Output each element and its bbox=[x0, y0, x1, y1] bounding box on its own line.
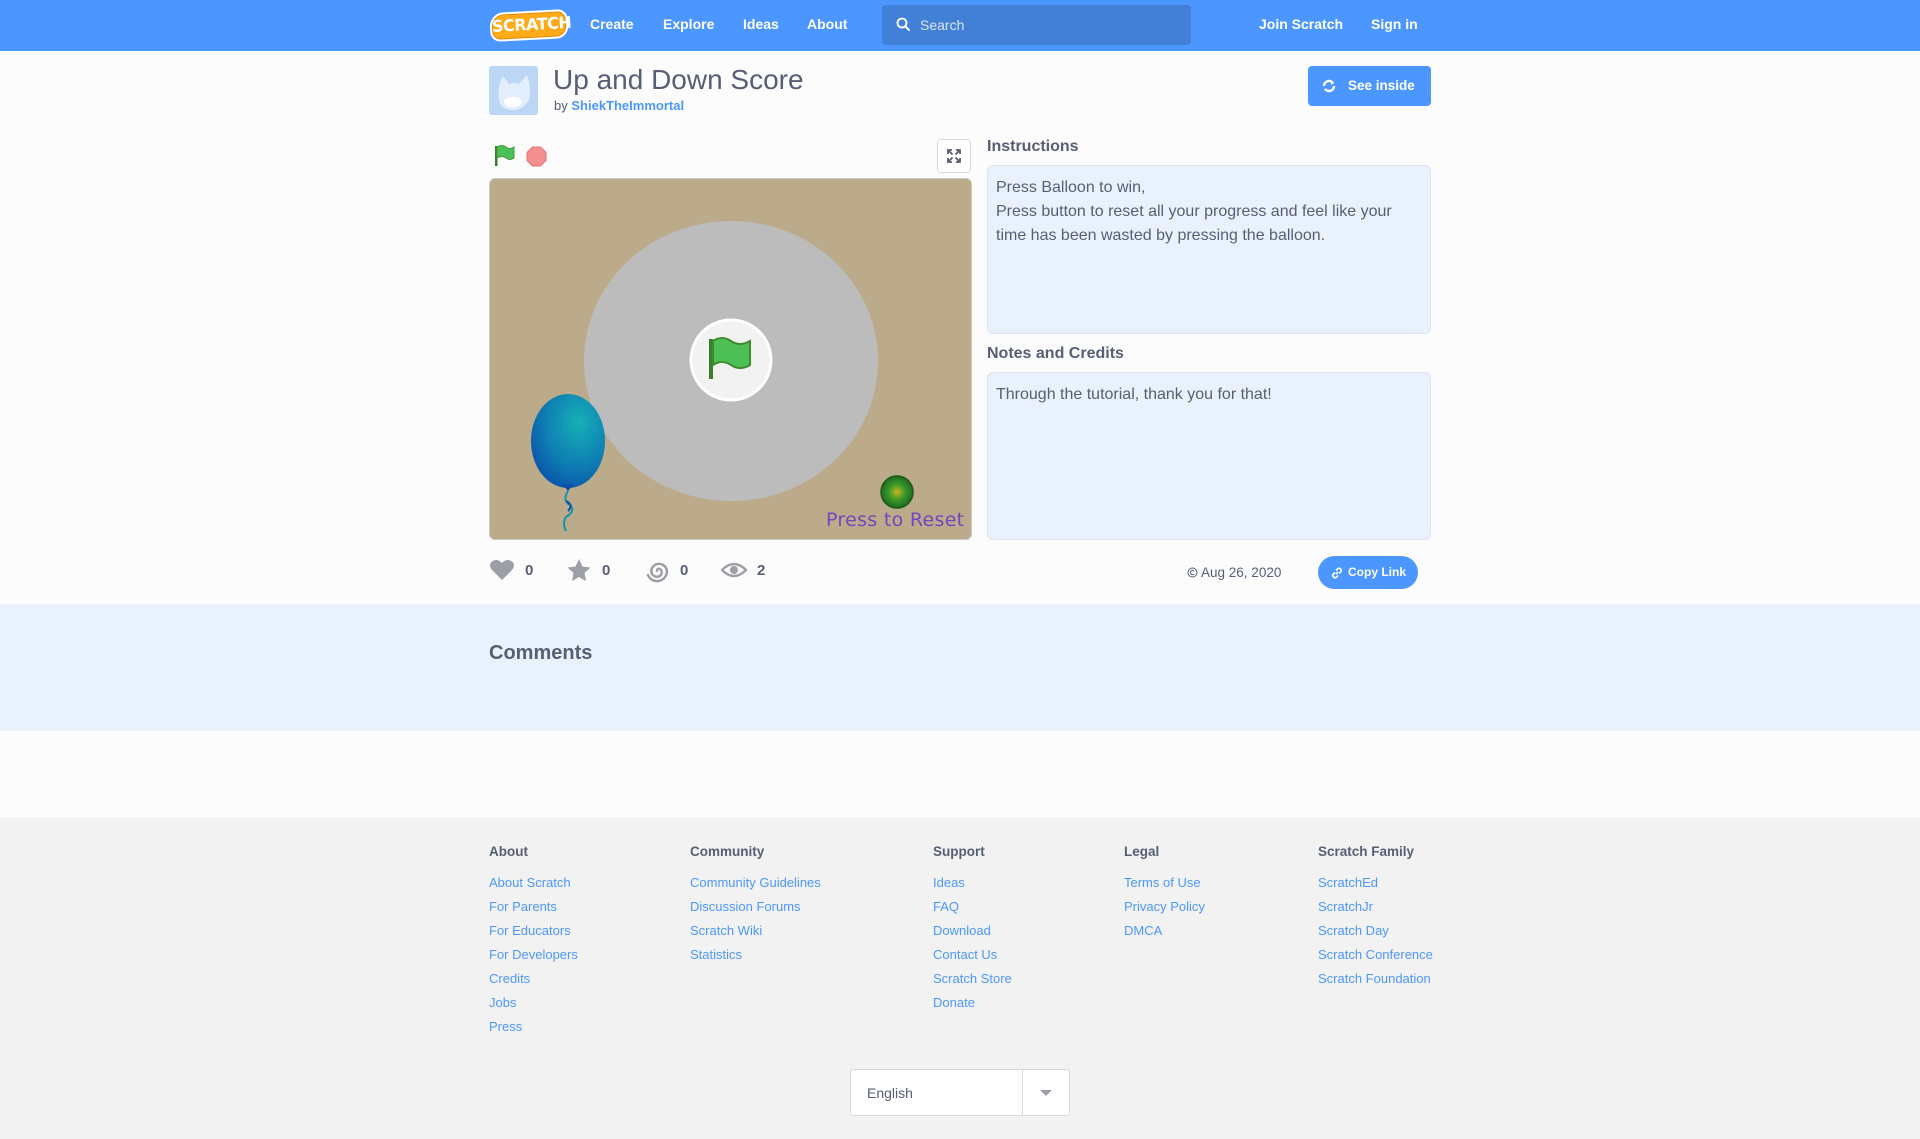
footer-link-jobs[interactable]: Jobs bbox=[489, 994, 578, 1018]
comments-section bbox=[0, 604, 1920, 731]
big-green-flag-icon[interactable] bbox=[689, 318, 773, 402]
footer-link-scratch-store[interactable]: Scratch Store bbox=[933, 970, 1012, 994]
footer-column-scratch-family: Scratch Family ScratchEd ScratchJr Scrat… bbox=[1318, 844, 1433, 994]
scratch-logo[interactable]: SCRATCH bbox=[489, 8, 572, 43]
footer-column-legal: Legal Terms of Use Privacy Policy DMCA bbox=[1124, 844, 1205, 946]
footer-heading: Support bbox=[933, 844, 985, 859]
project-stage[interactable]: Press to Reset bbox=[489, 178, 972, 540]
author-link[interactable]: ShiekTheImmortal bbox=[571, 98, 684, 113]
footer-link-for-developers[interactable]: For Developers bbox=[489, 946, 578, 970]
top-navbar: SCRATCH Create Explore Ideas About Join … bbox=[0, 0, 1920, 51]
nav-explore[interactable]: Explore bbox=[663, 0, 714, 51]
expand-icon bbox=[947, 149, 961, 163]
heart-icon bbox=[490, 560, 514, 580]
nav-about[interactable]: About bbox=[807, 0, 847, 51]
instructions-box: Press Balloon to win, Press button to re… bbox=[987, 165, 1431, 334]
project-title: Up and Down Score bbox=[553, 64, 804, 95]
link-icon bbox=[1331, 567, 1343, 579]
language-select-divider bbox=[1022, 1070, 1023, 1115]
footer-link-discussion-forums[interactable]: Discussion Forums bbox=[690, 898, 821, 922]
copy-link-button[interactable]: Copy Link bbox=[1318, 556, 1418, 589]
search-box[interactable] bbox=[882, 5, 1191, 45]
footer-link-dmca[interactable]: DMCA bbox=[1124, 922, 1205, 946]
footer-link-scratch-wiki[interactable]: Scratch Wiki bbox=[690, 922, 821, 946]
footer-link-about-scratch[interactable]: About Scratch bbox=[489, 874, 578, 898]
footer-link-community-guidelines[interactable]: Community Guidelines bbox=[690, 874, 821, 898]
green-flag-icon[interactable] bbox=[491, 143, 517, 169]
footer-link-privacy-policy[interactable]: Privacy Policy bbox=[1124, 898, 1205, 922]
footer-heading: Scratch Family bbox=[1318, 844, 1415, 859]
footer-link-scratch-conference[interactable]: Scratch Conference bbox=[1318, 946, 1433, 970]
instructions-heading: Instructions bbox=[987, 138, 1079, 155]
instructions-line: time has been wasted by pressing the bal… bbox=[996, 227, 1326, 244]
instructions-line: Press button to reset all your progress … bbox=[996, 203, 1392, 220]
reset-label: Press to Reset bbox=[826, 509, 965, 531]
love-count: 0 bbox=[525, 562, 534, 579]
footer-heading: Legal bbox=[1124, 844, 1160, 859]
star-icon bbox=[567, 559, 591, 581]
footer-link-scratchjr[interactable]: ScratchJr bbox=[1318, 898, 1433, 922]
join-scratch-link[interactable]: Join Scratch bbox=[1259, 0, 1343, 51]
footer-link-download[interactable]: Download bbox=[933, 922, 1012, 946]
see-inside-label: See inside bbox=[1348, 78, 1415, 93]
footer-heading: About bbox=[489, 844, 528, 859]
language-value: English bbox=[867, 1085, 913, 1101]
footer-link-faq[interactable]: FAQ bbox=[933, 898, 1012, 922]
notes-text: Through the tutorial, thank you for that… bbox=[996, 386, 1272, 403]
by-prefix: by bbox=[554, 98, 568, 113]
chevron-down-icon bbox=[1040, 1090, 1052, 1096]
language-select[interactable]: English bbox=[850, 1069, 1070, 1116]
footer-column-community: Community Community Guidelines Discussio… bbox=[690, 844, 821, 970]
stage-canvas bbox=[531, 221, 914, 532]
balloon-sprite[interactable] bbox=[531, 394, 605, 532]
share-date: Aug 26, 2020 bbox=[1187, 565, 1281, 580]
author-avatar[interactable] bbox=[489, 66, 538, 115]
nav-ideas[interactable]: Ideas bbox=[743, 0, 779, 51]
footer-column-about: About About Scratch For Parents For Educ… bbox=[489, 844, 578, 1042]
footer-link-scratch-day[interactable]: Scratch Day bbox=[1318, 922, 1433, 946]
view-count: 2 bbox=[757, 562, 766, 579]
footer-column-support: Support Ideas FAQ Download Contact Us Sc… bbox=[933, 844, 1012, 1018]
footer-link-credits[interactable]: Credits bbox=[489, 970, 578, 994]
date-text: Aug 26, 2020 bbox=[1201, 565, 1282, 580]
cat-avatar-icon bbox=[489, 66, 538, 115]
search-input[interactable] bbox=[920, 15, 1180, 35]
see-inside-button[interactable]: See inside bbox=[1308, 66, 1431, 106]
nav-create[interactable]: Create bbox=[590, 0, 634, 51]
footer-link-press[interactable]: Press bbox=[489, 1018, 578, 1042]
instructions-line: Press Balloon to win, bbox=[996, 179, 1146, 196]
fullscreen-button[interactable] bbox=[937, 139, 971, 173]
remix-arrows-icon bbox=[1322, 79, 1336, 93]
stop-sign-icon[interactable] bbox=[526, 146, 547, 167]
footer-link-donate[interactable]: Donate bbox=[933, 994, 1012, 1018]
footer-link-ideas[interactable]: Ideas bbox=[933, 874, 1012, 898]
reset-button-sprite[interactable] bbox=[880, 475, 914, 509]
notes-heading: Notes and Credits bbox=[987, 345, 1124, 362]
eye-icon bbox=[721, 562, 747, 578]
footer-link-for-educators[interactable]: For Educators bbox=[489, 922, 578, 946]
remix-count: 0 bbox=[680, 562, 689, 579]
notes-box: Through the tutorial, thank you for that… bbox=[987, 372, 1431, 540]
copy-link-label: Copy Link bbox=[1348, 565, 1407, 579]
copyright-icon bbox=[1187, 567, 1198, 578]
remix-spiral-icon bbox=[646, 562, 669, 583]
footer-heading: Community bbox=[690, 844, 765, 859]
sign-in-link[interactable]: Sign in bbox=[1371, 0, 1418, 51]
footer-link-scratch-foundation[interactable]: Scratch Foundation bbox=[1318, 970, 1433, 994]
search-icon bbox=[896, 17, 910, 31]
footer-link-contact-us[interactable]: Contact Us bbox=[933, 946, 1012, 970]
footer-link-for-parents[interactable]: For Parents bbox=[489, 898, 578, 922]
footer-link-terms-of-use[interactable]: Terms of Use bbox=[1124, 874, 1205, 898]
comments-heading: Comments bbox=[489, 642, 593, 664]
favorite-count: 0 bbox=[602, 562, 611, 579]
project-byline: by ShiekTheImmortal bbox=[554, 98, 684, 113]
footer-link-scratched[interactable]: ScratchEd bbox=[1318, 874, 1433, 898]
footer-link-statistics[interactable]: Statistics bbox=[690, 946, 821, 970]
